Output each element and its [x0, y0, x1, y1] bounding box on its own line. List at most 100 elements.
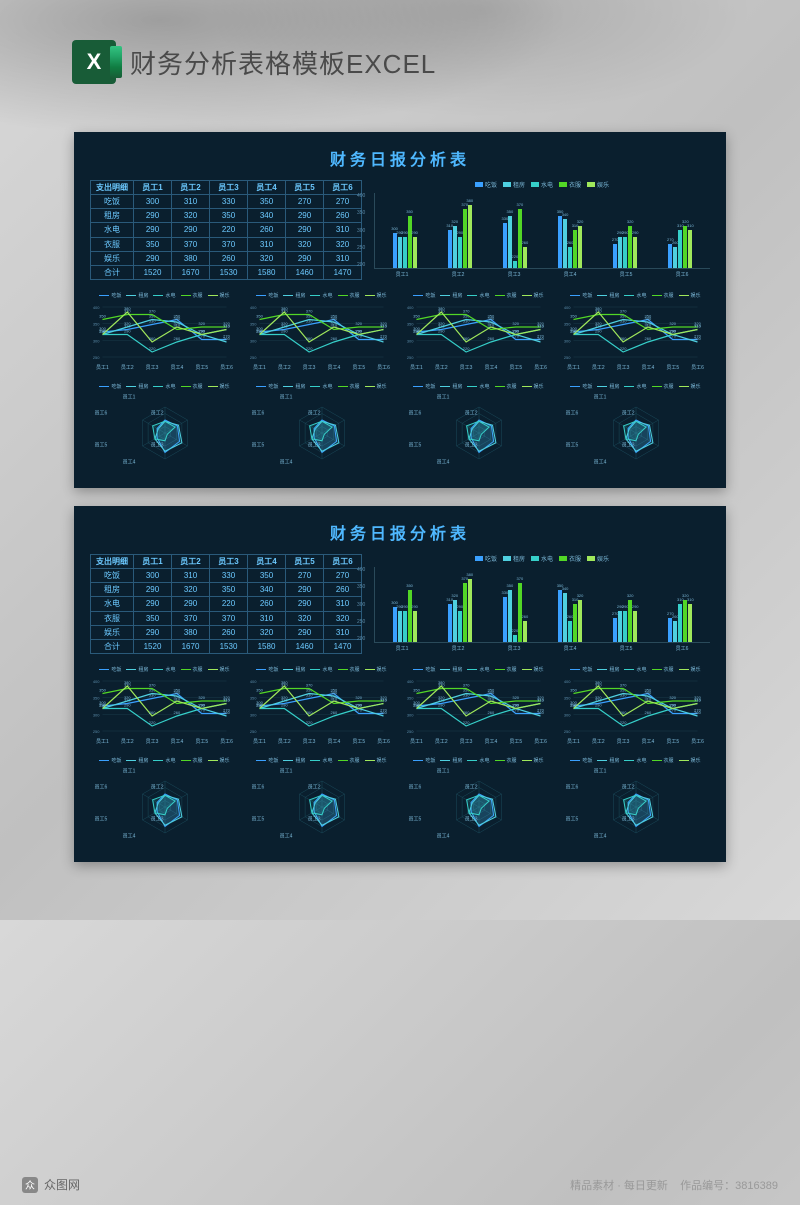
legend: 吃饭租房水电衣服娱乐 — [404, 666, 553, 673]
table-cell: 1670 — [172, 639, 210, 653]
legend: 吃饭租房水电衣服娱乐 — [561, 757, 710, 764]
bar: 350 — [408, 216, 412, 269]
dashboard-card: 财务日报分析表支出明细员工1员工2员工3员工4员工5员工6吃饭300310330… — [74, 132, 726, 488]
table-row: 水电290290220260290310 — [91, 597, 362, 611]
svg-text:290: 290 — [595, 329, 602, 334]
bar: 350 — [508, 216, 512, 269]
table-cell: 1580 — [248, 265, 286, 279]
bar: 290 — [398, 611, 402, 643]
table-cell: 租房 — [91, 209, 134, 223]
dashboard-title: 财务日报分析表 — [90, 146, 710, 170]
svg-text:300: 300 — [93, 712, 100, 717]
svg-text:260: 260 — [223, 710, 230, 715]
svg-text:260: 260 — [620, 710, 627, 715]
bar: 330 — [503, 223, 507, 269]
bar-group: 270290290320290 — [613, 226, 637, 268]
table-cell: 320 — [286, 237, 324, 251]
svg-text:290: 290 — [355, 329, 362, 334]
svg-text:290: 290 — [124, 703, 131, 708]
table-row: 租房290320350340290260 — [91, 209, 362, 223]
table-cell: 340 — [248, 209, 286, 223]
svg-text:370: 370 — [149, 309, 156, 314]
table-cell: 310 — [324, 251, 362, 265]
x-axis: 员工1员工2员工3员工4员工5员工6 — [90, 364, 239, 371]
legend-item: 吃饭 — [475, 180, 497, 189]
radar-chart: 吃饭租房水电衣服娱乐员工1员工2员工3员工4员工5员工6 — [90, 383, 239, 474]
table-cell: 350 — [248, 569, 286, 583]
table-cell: 合计 — [91, 639, 134, 653]
x-axis: 员工1员工2员工3员工4员工5员工6 — [90, 738, 239, 745]
table-cell: 260 — [210, 625, 248, 639]
dashboard-title: 财务日报分析表 — [90, 520, 710, 544]
svg-text:250: 250 — [407, 729, 414, 734]
table-header: 员工4 — [248, 181, 286, 195]
line-chart: 吃饭租房水电衣服娱乐400350300250300310330350270270… — [90, 666, 239, 745]
svg-text:370: 370 — [149, 683, 156, 688]
svg-text:350: 350 — [256, 688, 263, 693]
bar: 260 — [523, 621, 527, 642]
table-header: 员工6 — [324, 555, 362, 569]
svg-text:400: 400 — [250, 305, 257, 310]
legend-item: 水电 — [531, 554, 553, 563]
svg-text:350: 350 — [99, 314, 106, 319]
table-cell: 350 — [134, 237, 172, 251]
table-header: 员工2 — [172, 555, 210, 569]
svg-text:380: 380 — [438, 306, 445, 311]
legend-item: 租房 — [503, 180, 525, 189]
svg-text:380: 380 — [595, 680, 602, 685]
legend: 吃饭租房水电衣服娱乐 — [561, 292, 710, 299]
bar-x-axis: 员工1员工2员工3员工4员工5员工6 — [374, 645, 710, 652]
table-cell: 1470 — [324, 265, 362, 279]
table-header: 员工3 — [210, 555, 248, 569]
table-cell: 310 — [324, 597, 362, 611]
table-cell: 290 — [286, 597, 324, 611]
svg-text:350: 350 — [413, 314, 420, 319]
x-label: 员工3 — [508, 271, 521, 278]
svg-text:350: 350 — [256, 314, 263, 319]
bar: 290 — [618, 237, 622, 269]
legend: 吃饭租房水电衣服娱乐 — [247, 383, 396, 390]
svg-text:220: 220 — [306, 720, 313, 725]
x-label: 员工2 — [452, 645, 465, 652]
bars-area: 4003503002502003002902903502903103202903… — [374, 567, 710, 643]
svg-text:380: 380 — [595, 306, 602, 311]
bar: 270 — [668, 244, 672, 269]
table-cell: 320 — [248, 251, 286, 265]
svg-text:290: 290 — [669, 329, 676, 334]
svg-text:260: 260 — [223, 336, 230, 341]
table-row: 娱乐290380260320290310 — [91, 625, 362, 639]
legend: 吃饭租房水电衣服娱乐 — [404, 757, 553, 764]
table-cell: 370 — [172, 611, 210, 625]
bar: 290 — [458, 237, 462, 269]
page-header: X 财务分析表格模板EXCEL — [0, 0, 800, 114]
radar-chart: 吃饭租房水电衣服娱乐员工1员工2员工3员工4员工5员工6 — [561, 383, 710, 474]
excel-icon: X — [72, 40, 116, 84]
table-cell: 1460 — [286, 639, 324, 653]
svg-text:310: 310 — [380, 324, 387, 329]
svg-text:370: 370 — [463, 683, 470, 688]
legend-item: 娱乐 — [587, 180, 609, 189]
svg-text:300: 300 — [250, 712, 257, 717]
line-chart: 吃饭租房水电衣服娱乐400350300250300310330350270270… — [561, 666, 710, 745]
bar-group: 350340260310320 — [558, 216, 582, 269]
svg-text:260: 260 — [380, 710, 387, 715]
svg-text:260: 260 — [149, 710, 156, 715]
watermark: 众 众图网 精品素材 · 每日更新 作品编号：3816389 — [0, 1176, 800, 1193]
svg-text:290: 290 — [595, 703, 602, 708]
bar: 290 — [403, 237, 407, 269]
svg-text:320: 320 — [488, 321, 495, 326]
legend: 吃饭租房水电衣服娱乐 — [247, 757, 396, 764]
table-cell: 1520 — [134, 265, 172, 279]
svg-text:350: 350 — [99, 688, 106, 693]
svg-text:310: 310 — [223, 324, 230, 329]
legend-item: 水电 — [531, 180, 553, 189]
svg-text:220: 220 — [149, 346, 156, 351]
table-cell: 220 — [210, 597, 248, 611]
svg-text:320: 320 — [124, 321, 131, 326]
svg-text:260: 260 — [537, 336, 544, 341]
svg-text:260: 260 — [645, 336, 652, 341]
svg-text:250: 250 — [564, 355, 571, 360]
bar-group: 270260310320310 — [668, 600, 692, 642]
table-cell: 衣服 — [91, 611, 134, 625]
table-row: 吃饭300310330350270270 — [91, 569, 362, 583]
